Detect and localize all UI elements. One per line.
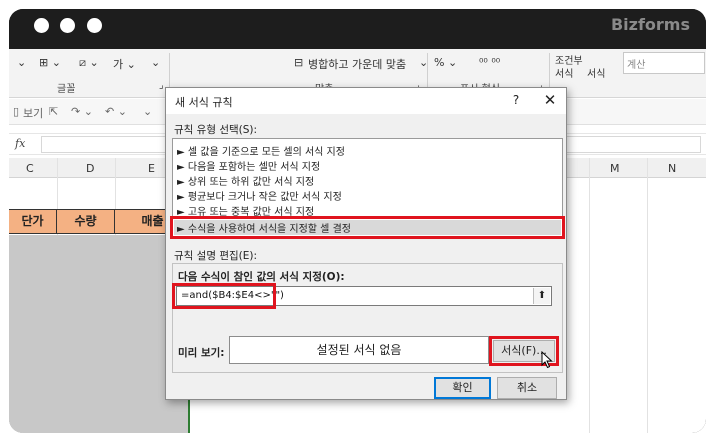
customize-toolbar-icon[interactable]: ⌄ — [143, 105, 152, 118]
redo-icon[interactable]: ↷ ⌄ — [71, 105, 93, 118]
dialog-title-bar: 새 서식 규칙 ? ✕ — [166, 88, 566, 114]
rule-type-item[interactable]: ► 셀 값을 기준으로 모든 셀의 서식 지정 — [177, 143, 345, 158]
dialog-title: 새 서식 규칙 — [175, 96, 233, 109]
merge-center-label[interactable]: 병합하고 가운데 맞춤 — [308, 56, 406, 72]
select-cursor-icon[interactable]: ⇱ — [49, 105, 58, 118]
merge-center-icon[interactable]: ⊟ — [294, 56, 303, 69]
column-header-m[interactable]: M — [610, 162, 620, 175]
grid-line — [647, 158, 648, 433]
conditional-format-sub[interactable]: 서식 — [555, 65, 573, 80]
mouse-pointer-icon — [541, 351, 553, 369]
window-dot-icon[interactable] — [87, 18, 102, 33]
ribbon-controls: ⌄ ⊞ ⌄ ⧄ ⌄ 가 ⌄ ⌄ ⊟ 병합하고 가운데 맞춤 ⌄ % ⌄ ⁰⁰ ⁰… — [9, 51, 706, 80]
border-icon[interactable]: ⊞ ⌄ — [39, 56, 61, 69]
cancel-button[interactable]: 취소 — [497, 377, 557, 399]
selected-range[interactable] — [9, 235, 190, 433]
fill-color-icon[interactable]: ⧄ ⌄ — [79, 56, 99, 70]
view-label[interactable]: 보기 — [23, 105, 43, 121]
undo-icon[interactable]: ↶ ⌄ — [105, 105, 127, 118]
grid-line — [589, 158, 590, 433]
group-label-font: 글꼴 — [57, 84, 76, 95]
rule-type-label: 규칙 유형 선택(S): — [174, 124, 258, 136]
table-format-sub[interactable]: 서식 — [587, 65, 605, 80]
ok-button[interactable]: 확인 — [434, 377, 491, 399]
column-header-d[interactable]: D — [86, 162, 94, 175]
function-icon[interactable]: fx — [15, 137, 37, 153]
view-icon[interactable]: ▯ — [13, 105, 19, 118]
rule-type-item[interactable]: ► 다음을 포함하는 셀만 서식 지정 — [177, 158, 320, 173]
preview-label: 미리 보기: — [178, 347, 225, 359]
column-header-c[interactable]: C — [26, 162, 34, 175]
dialog-launcher-icon[interactable]: ⌟ — [159, 80, 164, 91]
highlight-box-formula — [172, 283, 276, 309]
help-icon[interactable]: ? — [509, 93, 523, 107]
font-color-icon[interactable]: 가 ⌄ — [113, 56, 136, 72]
column-header-n[interactable]: N — [668, 162, 676, 175]
column-header-e[interactable]: E — [148, 162, 155, 175]
number-format-icon[interactable]: % ⌄ — [434, 56, 457, 69]
rule-type-item[interactable]: ► 상위 또는 하위 값만 서식 지정 — [177, 173, 314, 188]
phonetic-icon[interactable]: ⌄ — [151, 56, 160, 69]
decimal-icon[interactable]: ⁰⁰ ⁰⁰ — [479, 56, 500, 69]
preview-box: 설정된 서식 없음 — [229, 336, 489, 364]
header-cell-unit-price[interactable]: 단가 — [9, 210, 57, 233]
new-formatting-rule-dialog: 새 서식 규칙 ? ✕ 규칙 유형 선택(S): ► 셀 값을 기준으로 모든 … — [165, 87, 567, 400]
description-label: 규칙 설명 편집(E): — [174, 250, 257, 262]
brand-logo: Bizforms — [610, 15, 690, 34]
cell-style-box[interactable]: 계산 — [623, 52, 705, 74]
window-dot-icon[interactable] — [34, 18, 49, 33]
table-header-row: 단가 수량 매출 — [9, 209, 190, 234]
rule-type-item[interactable]: ► 평균보다 크거나 작은 값만 서식 지정 — [177, 188, 342, 203]
collapse-dialog-icon[interactable]: ⬆ — [533, 288, 550, 304]
window-dot-icon[interactable] — [60, 18, 75, 33]
font-size-dropdown-icon[interactable]: ⌄ — [17, 56, 26, 69]
close-icon[interactable]: ✕ — [542, 91, 558, 109]
formula-label: 다음 수식이 참인 값의 서식 지정(O): — [178, 271, 345, 283]
highlight-box-rule — [170, 216, 565, 239]
header-cell-quantity[interactable]: 수량 — [57, 210, 115, 233]
title-bar: Bizforms — [9, 9, 706, 49]
